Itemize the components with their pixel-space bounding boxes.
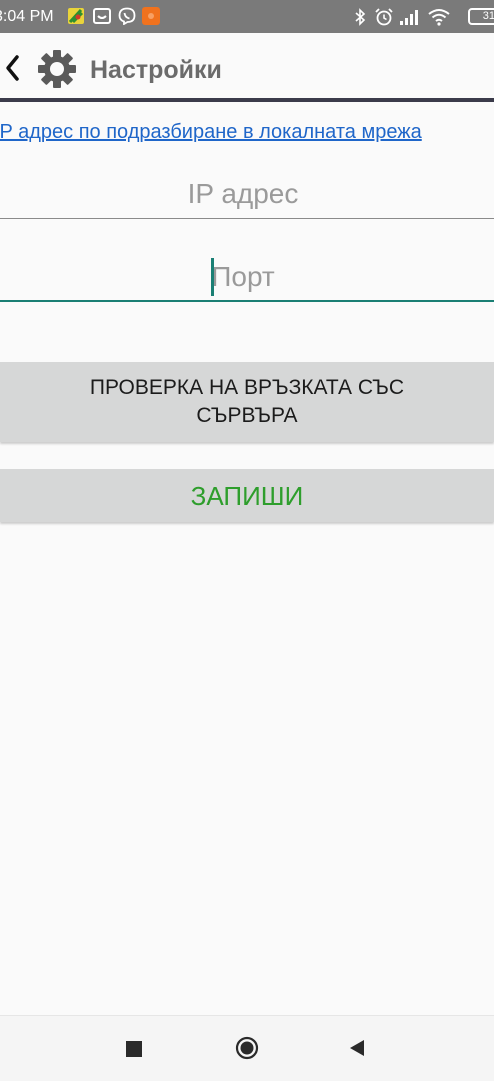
check-connection-label: ПРОВЕРКА НА ВРЪЗКАТА СЪС СЪРВЪРА xyxy=(89,376,405,427)
recent-apps-icon[interactable] xyxy=(126,1041,142,1057)
back-button[interactable] xyxy=(0,51,26,85)
back-icon[interactable] xyxy=(347,1038,367,1058)
ip-address-input[interactable] xyxy=(0,172,494,216)
bluetooth-icon xyxy=(354,8,366,31)
battery-icon: 31 xyxy=(468,8,494,25)
text-cursor xyxy=(211,258,214,296)
check-connection-button[interactable]: ПРОВЕРКА НА ВРЪЗКАТА СЪС СЪРВЪРА xyxy=(0,362,494,442)
save-button[interactable]: ЗАПИШИ xyxy=(0,469,494,522)
home-icon[interactable] xyxy=(235,1036,259,1060)
gear-icon xyxy=(37,49,77,89)
game-app-icon xyxy=(67,7,85,25)
orange-app-icon xyxy=(142,7,160,25)
wifi-icon xyxy=(428,8,450,31)
port-field[interactable] xyxy=(0,254,494,302)
navigation-bar xyxy=(0,1015,494,1081)
status-time: 3:04 PM xyxy=(0,8,54,25)
signal-icon xyxy=(400,9,420,30)
port-input[interactable] xyxy=(0,254,494,300)
viber-icon xyxy=(118,7,136,26)
toolbar: Настройки xyxy=(0,33,494,100)
ip-address-field[interactable] xyxy=(0,172,494,219)
smile-app-icon xyxy=(93,7,111,25)
alarm-icon xyxy=(374,7,394,32)
chevron-left-icon xyxy=(6,55,19,81)
default-ip-link[interactable]: IP адрес по подразбиране в локалната мре… xyxy=(0,119,422,145)
status-bar: 3:04 PM xyxy=(0,0,494,33)
system-status-icons: 31 xyxy=(354,6,494,28)
toolbar-divider xyxy=(0,98,494,102)
page-title: Настройки xyxy=(90,56,222,84)
